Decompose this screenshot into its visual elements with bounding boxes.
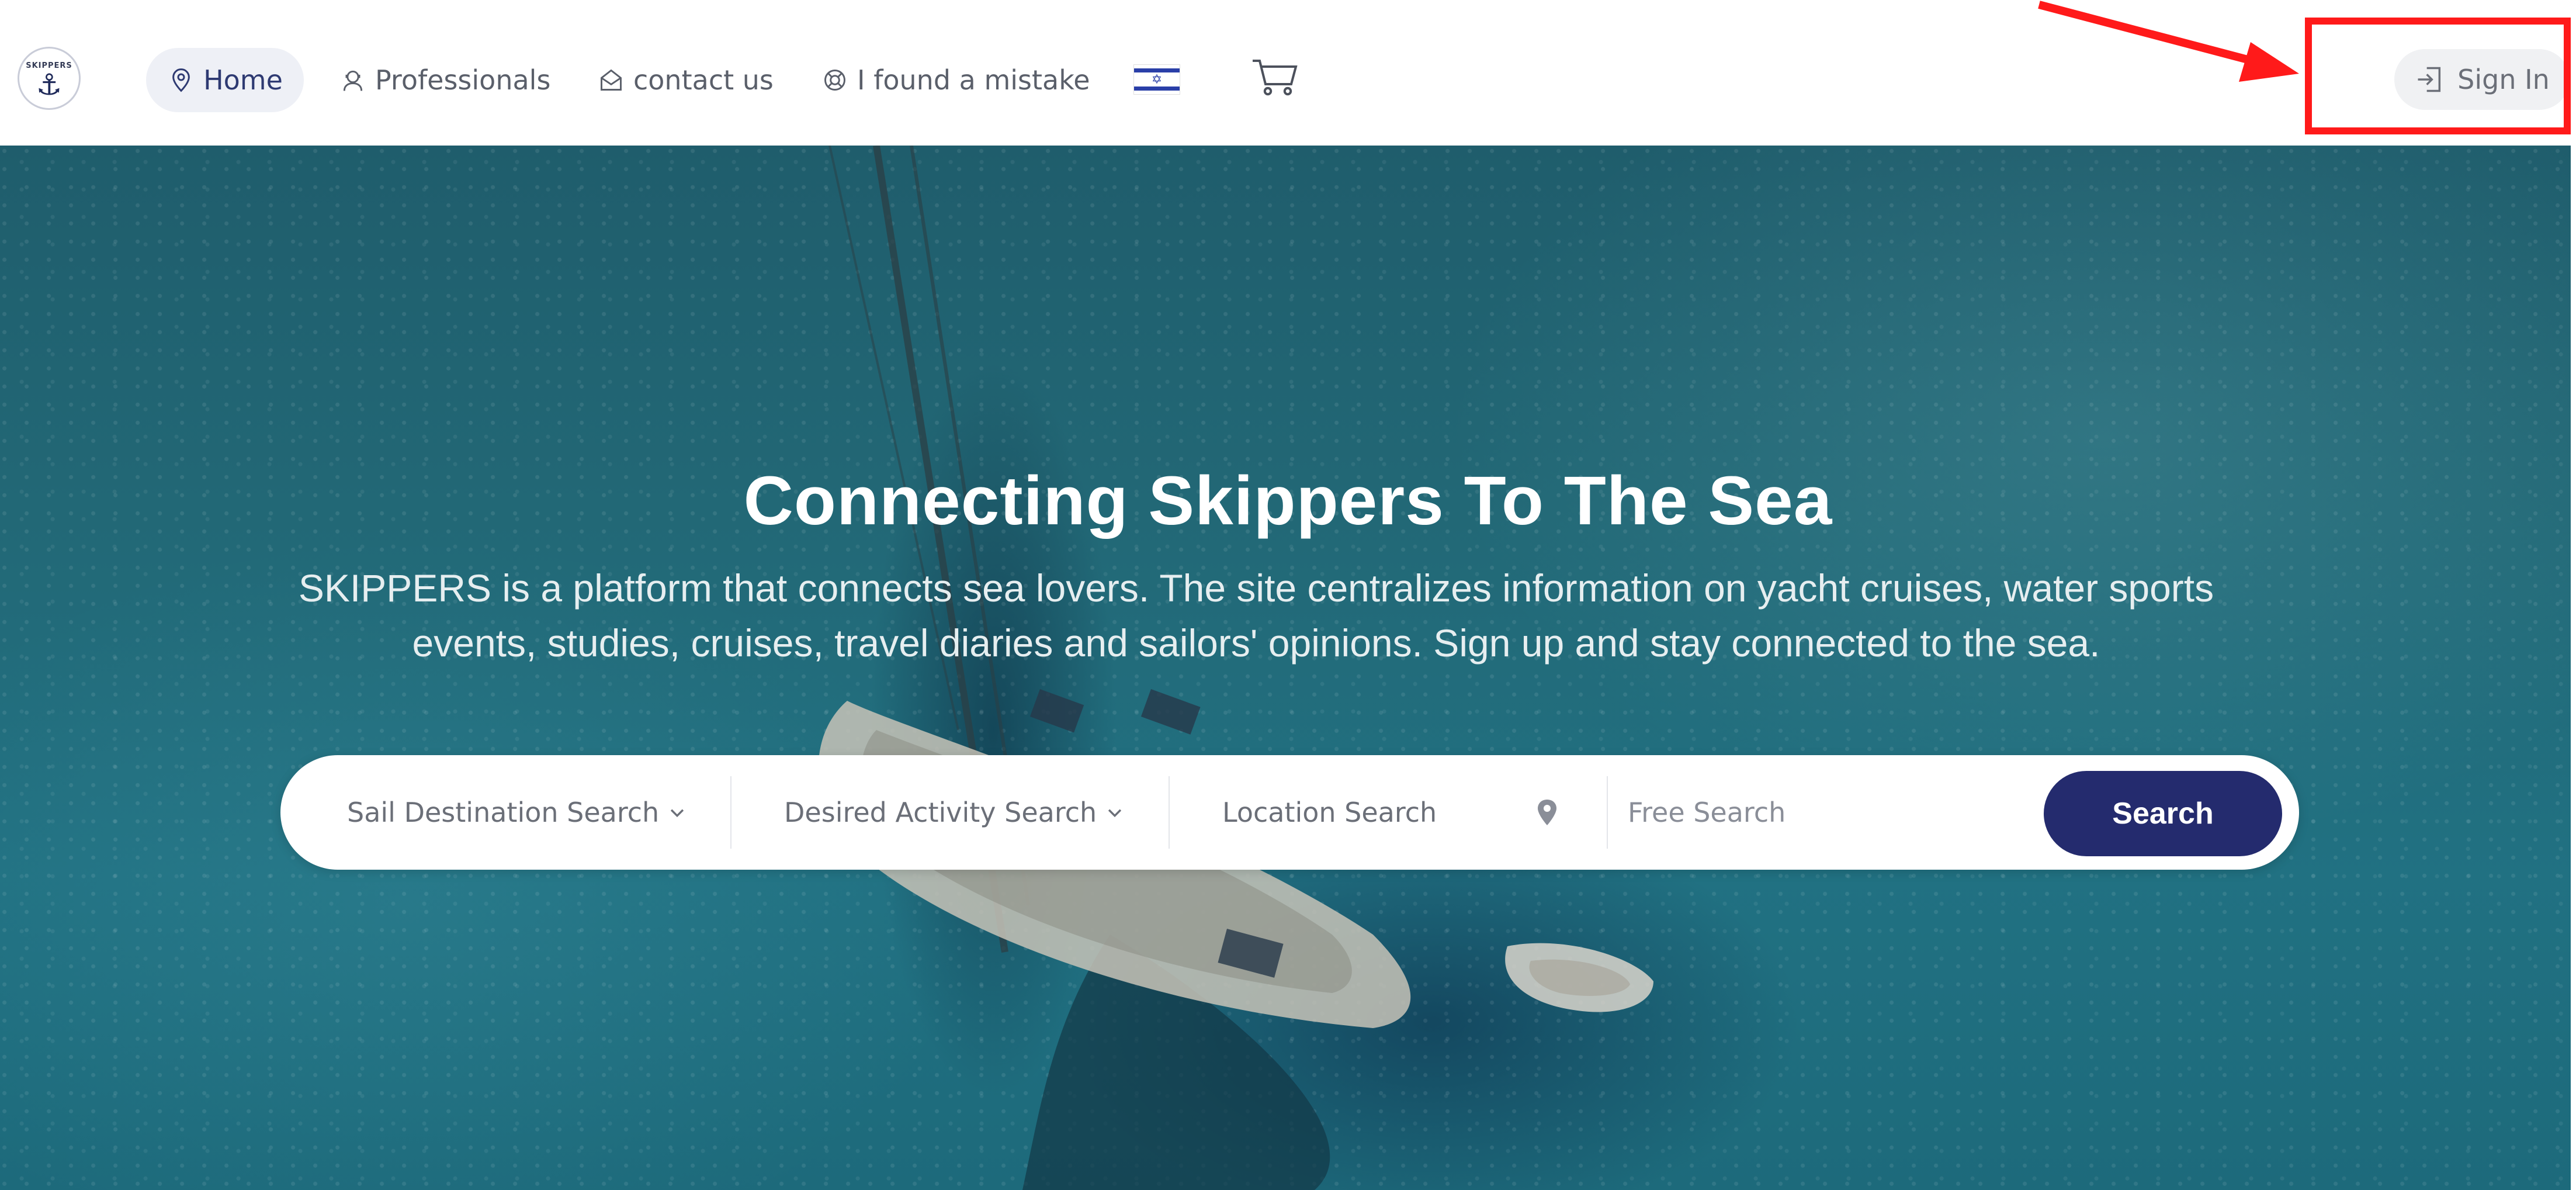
sail-destination-dropdown[interactable]: Sail Destination Search bbox=[347, 755, 687, 870]
nav-item-found-mistake-label: I found a mistake bbox=[857, 64, 1090, 96]
page-edge bbox=[2571, 146, 2576, 1190]
nav-item-home-label: Home bbox=[203, 64, 283, 96]
desired-activity-dropdown[interactable]: Desired Activity Search bbox=[784, 755, 1125, 870]
anchor-icon: ⚓ bbox=[36, 67, 63, 102]
map-marker-icon[interactable] bbox=[1535, 798, 1559, 826]
hero-description: SKIPPERS is a platform that connects sea… bbox=[298, 566, 2214, 665]
nav-item-professionals-label: Professionals bbox=[375, 64, 551, 96]
search-divider bbox=[1169, 776, 1170, 849]
top-navigation-bar: SKIPPERS ⚓ Home Professionals contact us… bbox=[0, 0, 2576, 146]
location-search-label: Location Search bbox=[1222, 797, 1437, 828]
location-search-field[interactable]: Location Search bbox=[1222, 755, 1437, 870]
envelope-open-icon bbox=[597, 66, 625, 94]
annotation-arrow-icon bbox=[2038, 1, 2299, 82]
location-pin-icon bbox=[167, 66, 195, 94]
nav-item-contact-us[interactable]: contact us bbox=[597, 48, 774, 112]
nav-item-found-mistake[interactable]: I found a mistake bbox=[821, 48, 1090, 112]
israel-flag-icon[interactable]: ✡ bbox=[1133, 64, 1180, 95]
hero-title: Connecting Skippers To The Sea bbox=[743, 462, 1833, 539]
hero-banner: Connecting Skippers To The Sea SKIPPERS … bbox=[0, 146, 2571, 1190]
desired-activity-label: Desired Activity Search bbox=[784, 797, 1097, 828]
nav-item-home[interactable]: Home bbox=[146, 48, 304, 112]
free-search-input[interactable] bbox=[1628, 783, 2025, 842]
lifebuoy-icon bbox=[821, 66, 849, 94]
search-divider bbox=[730, 776, 731, 849]
sign-in-button[interactable]: Sign In bbox=[2394, 49, 2570, 110]
flag-stripe-bottom bbox=[1134, 87, 1180, 91]
nav-item-professionals[interactable]: Professionals bbox=[339, 48, 550, 112]
search-button[interactable]: Search bbox=[2044, 771, 2282, 856]
chevron-down-icon bbox=[1105, 802, 1125, 822]
search-divider bbox=[1607, 776, 1608, 849]
user-headset-icon bbox=[339, 66, 367, 94]
nav-item-contact-us-label: contact us bbox=[633, 64, 774, 96]
chevron-down-icon bbox=[667, 802, 687, 822]
shopping-cart-icon[interactable] bbox=[1250, 56, 1299, 97]
login-icon bbox=[2414, 64, 2445, 95]
search-bar: Sail Destination Search Desired Activity… bbox=[280, 755, 2299, 870]
sign-in-label: Sign In bbox=[2457, 64, 2550, 95]
skippers-logo[interactable]: SKIPPERS ⚓ bbox=[18, 47, 81, 110]
sail-destination-label: Sail Destination Search bbox=[347, 797, 660, 828]
